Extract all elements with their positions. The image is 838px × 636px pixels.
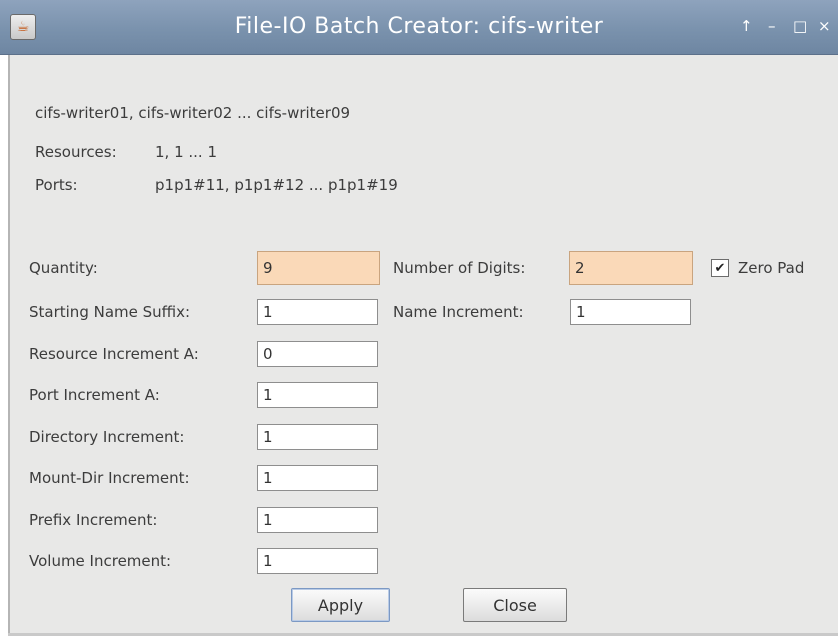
num-digits-input[interactable] [569,251,693,285]
resources-value: 1, 1 ... 1 [155,143,218,161]
prefix-increment-label: Prefix Increment: [29,511,158,529]
zero-pad-label: Zero Pad [738,259,805,277]
title-bar[interactable]: ☕ File-IO Batch Creator: cifs-writer ↑ –… [0,0,838,55]
ports-value: p1p1#11, p1p1#12 ... p1p1#19 [155,176,398,194]
always-on-top-icon[interactable]: ↑ [740,16,753,36]
dialog-content [8,55,838,633]
zero-pad-checkbox[interactable]: ✔ [711,259,729,277]
maximize-icon[interactable]: □ [793,16,807,36]
checkmark-icon: ✔ [714,260,726,276]
mount-increment-input[interactable] [257,465,378,491]
resource-increment-label: Resource Increment A: [29,345,199,363]
close-window-icon[interactable]: × [818,16,831,36]
quantity-label: Quantity: [29,259,98,277]
apply-button[interactable]: Apply [291,588,390,622]
name-increment-label: Name Increment: [393,303,524,321]
prefix-increment-input[interactable] [257,507,378,533]
start-suffix-input[interactable] [257,299,378,325]
close-button[interactable]: Close [463,588,567,622]
quantity-input[interactable] [257,251,380,285]
num-digits-label: Number of Digits: [393,259,526,277]
volume-increment-label: Volume Increment: [29,552,172,570]
directory-increment-input[interactable] [257,424,378,450]
resource-increment-input[interactable] [257,341,378,367]
ports-label: Ports: [35,176,78,194]
directory-increment-label: Directory Increment: [29,428,185,446]
resources-label: Resources: [35,143,117,161]
minimize-icon[interactable]: – [768,16,776,36]
port-increment-input[interactable] [257,382,378,408]
name-increment-input[interactable] [570,299,691,325]
names-summary: cifs-writer01, cifs-writer02 ... cifs-wr… [35,104,351,122]
start-suffix-label: Starting Name Suffix: [29,303,191,321]
window-title: File-IO Batch Creator: cifs-writer [234,14,604,39]
mount-increment-label: Mount-Dir Increment: [29,469,190,487]
volume-increment-input[interactable] [257,548,378,574]
port-increment-label: Port Increment A: [29,386,160,404]
